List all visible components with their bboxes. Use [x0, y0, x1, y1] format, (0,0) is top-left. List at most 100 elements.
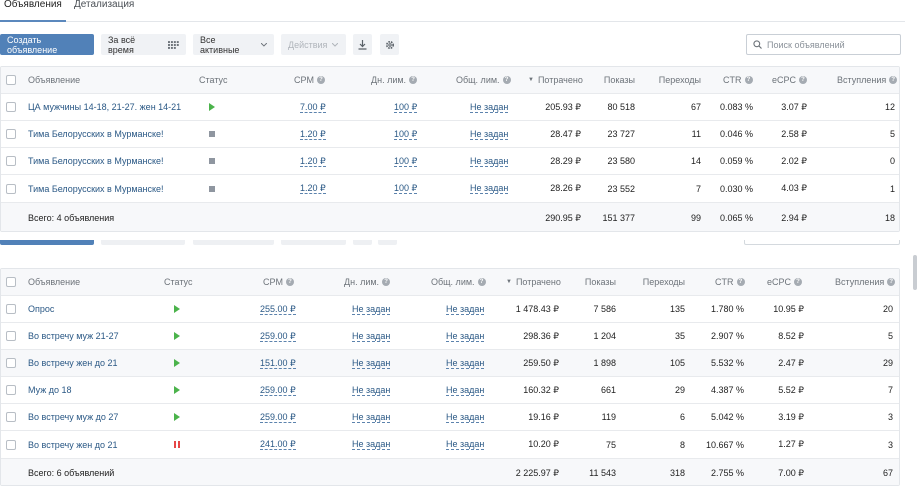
row-checkbox[interactable]	[6, 404, 16, 430]
daily-limit-value[interactable]: 100 ₽	[394, 121, 418, 147]
table-row[interactable]: Тима Белорусских в Мурманске! 1.20 ₽ 100…	[1, 175, 899, 203]
table-row[interactable]: Опрос 255.00 ₽ Не задан Не задан 1 478.4…	[1, 296, 899, 323]
header-clicks[interactable]: Переходы	[646, 67, 701, 93]
daily-limit-value[interactable]: Не задан	[352, 431, 391, 458]
header-ecpc[interactable]: eCPC?	[772, 67, 808, 93]
total-limit-link[interactable]: Не задан	[470, 156, 509, 167]
daily-limit-value[interactable]: Не задан	[352, 323, 391, 349]
help-icon[interactable]: ?	[794, 278, 803, 286]
cpm-value[interactable]: 1.20 ₽	[300, 148, 326, 174]
total-limit-link[interactable]: Не задан	[446, 304, 485, 315]
row-checkbox[interactable]	[6, 350, 16, 376]
daily-limit-link[interactable]: 100 ₽	[394, 102, 418, 113]
status-active-icon[interactable]	[174, 350, 180, 376]
cpm-value[interactable]: 255.00 ₽	[260, 296, 296, 322]
header-joins[interactable]: Вступления?	[837, 67, 898, 93]
cpm-link[interactable]: 151.00 ₽	[260, 358, 296, 369]
table-row[interactable]: Во встречу муж до 27 259.00 ₽ Не задан Н…	[1, 404, 899, 431]
header-ad[interactable]: Объявление	[28, 67, 80, 93]
daily-limit-link[interactable]: Не задан	[352, 412, 391, 423]
daily-limit-link[interactable]: 100 ₽	[394, 129, 418, 140]
header-status[interactable]: Статус	[164, 269, 192, 295]
header-cpm[interactable]: CPM?	[263, 269, 294, 295]
row-checkbox[interactable]	[6, 431, 16, 458]
help-icon[interactable]: ?	[736, 278, 745, 286]
help-icon[interactable]: ?	[744, 76, 753, 84]
daily-limit-value[interactable]: Не задан	[352, 377, 391, 403]
daily-limit-link[interactable]: Не задан	[352, 358, 391, 369]
header-status[interactable]: Статус	[199, 67, 227, 93]
header-cpm[interactable]: CPM?	[294, 67, 325, 93]
table-row[interactable]: Во встречу жен до 21 241.00 ₽ Не задан Н…	[1, 431, 899, 459]
table-row[interactable]: Муж до 18 259.00 ₽ Не задан Не задан 160…	[1, 377, 899, 404]
help-icon[interactable]: ?	[286, 278, 294, 286]
tab-details[interactable]: Детализация	[74, 0, 134, 10]
total-limit-link[interactable]: Не задан	[446, 358, 485, 369]
search-input[interactable]	[767, 39, 897, 50]
cpm-link[interactable]: 259.00 ₽	[260, 331, 296, 342]
ad-name-link[interactable]: Во встречу муж 21-27	[28, 323, 119, 349]
status-filter-select[interactable]: Все активные	[193, 34, 274, 55]
table-row[interactable]: Тима Белорусских в Мурманске! 1.20 ₽ 100…	[1, 121, 899, 148]
help-icon[interactable]: ?	[409, 76, 418, 84]
ad-name-link[interactable]: Во встречу жен до 21	[28, 350, 117, 376]
daily-limit-value[interactable]: 100 ₽	[394, 148, 418, 174]
cpm-value[interactable]: 1.20 ₽	[300, 121, 326, 147]
help-icon[interactable]: ?	[799, 76, 808, 84]
help-icon[interactable]: ?	[477, 278, 486, 286]
total-limit-link[interactable]: Не задан	[446, 385, 485, 396]
search-box[interactable]	[746, 34, 901, 55]
cpm-link[interactable]: 241.00 ₽	[260, 439, 296, 450]
daily-limit-value[interactable]: Не задан	[352, 350, 391, 376]
cpm-value[interactable]: 259.00 ₽	[260, 377, 296, 403]
status-active-icon[interactable]	[174, 404, 180, 430]
header-daily-limit[interactable]: Дн. лим.?	[344, 269, 391, 295]
header-ad[interactable]: Объявление	[28, 269, 80, 295]
status-paused-icon[interactable]	[174, 431, 180, 458]
help-icon[interactable]: ?	[382, 278, 391, 286]
header-impressions[interactable]: Показы	[581, 67, 635, 93]
cpm-value[interactable]: 259.00 ₽	[260, 404, 296, 430]
period-select[interactable]: За всё время	[101, 34, 186, 55]
tab-ads[interactable]: Объявления	[4, 0, 62, 10]
actions-select[interactable]: Действия	[281, 34, 346, 55]
row-checkbox[interactable]	[6, 121, 16, 147]
table-row[interactable]: Во встречу муж 21-27 259.00 ₽ Не задан Н…	[1, 323, 899, 350]
select-all-checkbox[interactable]	[6, 67, 16, 93]
settings-button[interactable]	[380, 34, 399, 55]
row-checkbox[interactable]	[6, 323, 16, 349]
daily-limit-value[interactable]: 100 ₽	[394, 175, 418, 202]
cpm-value[interactable]: 7.00 ₽	[300, 94, 326, 120]
total-limit-value[interactable]: Не задан	[470, 175, 509, 202]
total-limit-value[interactable]: Не задан	[446, 404, 485, 430]
status-stopped-icon[interactable]	[209, 175, 215, 202]
header-ctr[interactable]: CTR?	[715, 269, 745, 295]
row-checkbox[interactable]	[6, 148, 16, 174]
status-stopped-icon[interactable]	[209, 121, 215, 147]
daily-limit-value[interactable]: 100 ₽	[394, 94, 418, 120]
cpm-link[interactable]: 1.20 ₽	[300, 129, 326, 140]
cpm-value[interactable]: 151.00 ₽	[260, 350, 296, 376]
cpm-link[interactable]: 255.00 ₽	[260, 304, 296, 315]
cpm-link[interactable]: 1.20 ₽	[300, 183, 326, 194]
total-limit-link[interactable]: Не задан	[470, 129, 509, 140]
table-row[interactable]: Во встречу жен до 21 151.00 ₽ Не задан Н…	[1, 350, 899, 377]
row-checkbox[interactable]	[6, 175, 16, 202]
ad-name-link[interactable]: Опрос	[28, 296, 54, 322]
header-daily-limit[interactable]: Дн. лим.?	[371, 67, 418, 93]
total-limit-link[interactable]: Не задан	[446, 412, 485, 423]
download-button[interactable]	[353, 34, 372, 55]
cpm-value[interactable]: 241.00 ₽	[260, 431, 296, 458]
ad-name-link[interactable]: Тима Белорусских в Мурманске!	[28, 121, 164, 147]
ad-name-link[interactable]: Муж до 18	[28, 377, 72, 403]
total-limit-link[interactable]: Не задан	[470, 102, 509, 113]
status-active-icon[interactable]	[174, 296, 180, 322]
row-checkbox[interactable]	[6, 94, 16, 120]
cpm-link[interactable]: 259.00 ₽	[260, 412, 296, 423]
ad-name-link[interactable]: ЦА мужчины 14-18, 21-27. жен 14-21	[28, 94, 181, 120]
header-clicks[interactable]: Переходы	[631, 269, 685, 295]
ad-name-link[interactable]: Тима Белорусских в Мурманске!	[28, 148, 164, 174]
create-ad-button[interactable]: Создать объявление	[0, 34, 94, 55]
table-row[interactable]: ЦА мужчины 14-18, 21-27. жен 14-21 7.00 …	[1, 94, 899, 121]
ad-name-link[interactable]: Во встречу муж до 27	[28, 404, 118, 430]
